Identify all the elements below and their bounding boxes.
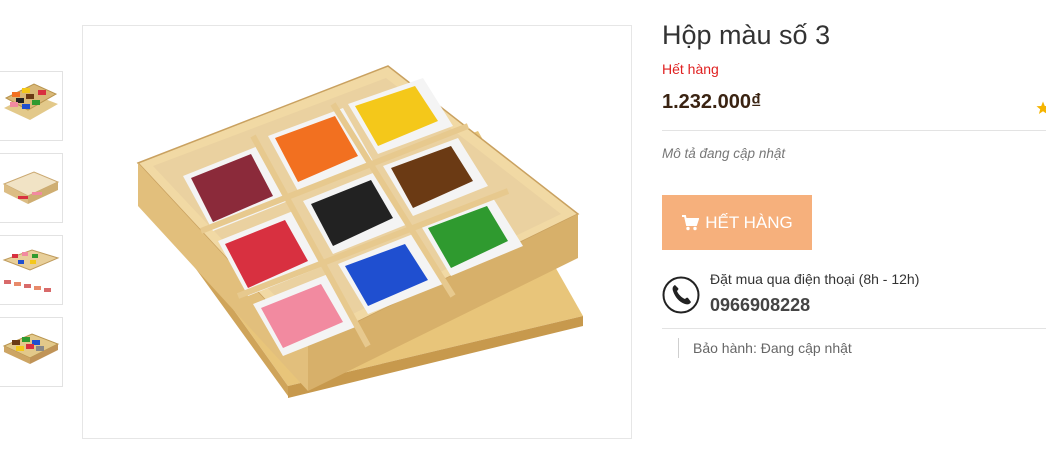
warranty-marker: [678, 338, 679, 358]
product-price: 1.232.000₫: [662, 91, 762, 113]
product-info: Hộp màu số 3 Hết hàng 1.232.000₫ Mô tả đ…: [662, 0, 1046, 456]
thumbnail-3[interactable]: [0, 235, 63, 305]
color-box-product-image: [136, 65, 583, 398]
box-top-view-thumbnail-icon: [2, 333, 60, 364]
buy-button-label: HẾT HÀNG: [705, 212, 793, 232]
phone-order-label: Đặt mua qua điện thoại (8h - 12h): [710, 271, 920, 287]
out-of-stock-button[interactable]: HẾT HÀNG: [662, 195, 812, 250]
thumbnail-2[interactable]: [0, 153, 63, 223]
color-box-thumbnail-icon: [4, 83, 58, 120]
thumbnail-1[interactable]: [0, 71, 63, 141]
main-product-image[interactable]: [82, 25, 632, 439]
phone-number[interactable]: 0966908228: [710, 295, 810, 316]
product-description: Mô tả đang cập nhật: [662, 146, 786, 161]
thumbnail-list: [0, 0, 64, 456]
star-icon: [1036, 101, 1046, 114]
closed-box-thumbnail-icon: [2, 171, 60, 204]
phone-icon: [662, 276, 700, 314]
stock-status: Hết hàng: [662, 61, 719, 77]
cart-icon: [682, 214, 700, 230]
divider: [662, 328, 1046, 329]
thumbnail-4[interactable]: [0, 317, 63, 387]
box-with-tablets-thumbnail-icon: [2, 249, 60, 292]
warranty-info: Bảo hành: Đang cập nhật: [693, 340, 852, 356]
product-title: Hộp màu số 3: [662, 20, 831, 50]
divider: [662, 130, 1046, 131]
